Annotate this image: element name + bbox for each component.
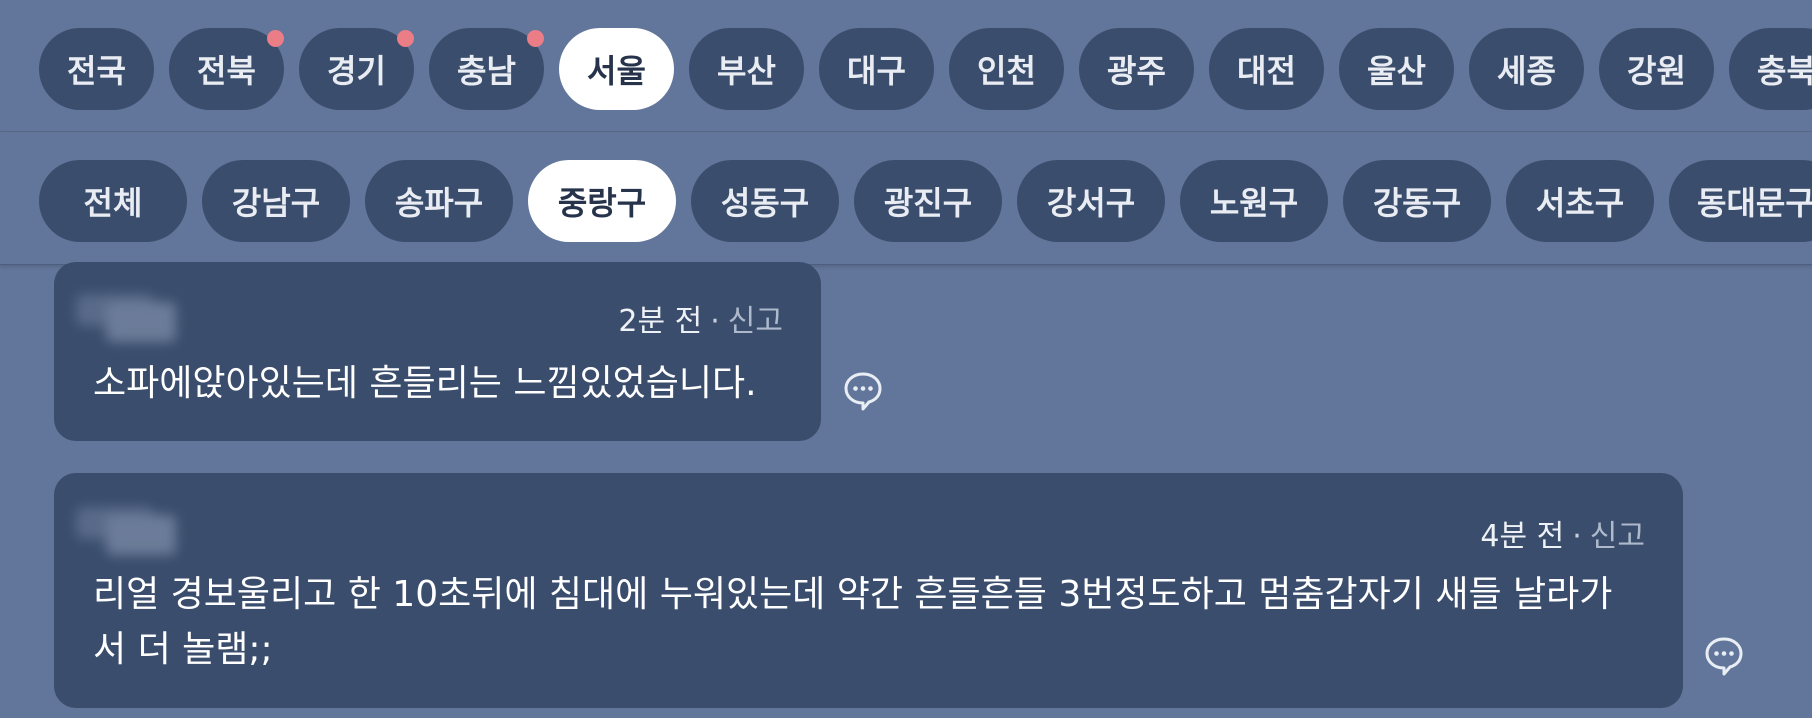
comment-timestamp: 2분 전 <box>618 304 703 339</box>
region-chip-label: 대전 <box>1237 52 1296 90</box>
region-chip[interactable]: 강원 <box>1599 28 1714 110</box>
district-chip-label: 동대문구 <box>1697 184 1812 222</box>
district-chip-row: 전체 강남구 송파구 중랑구 성동구 광진구 강서구 노원구 강동구 서초구 동대문구 <box>39 160 1812 242</box>
district-chip-label: 강남구 <box>231 184 321 222</box>
region-chip-label: 인천 <box>977 52 1036 90</box>
district-chip[interactable]: 동대문구 <box>1669 160 1812 242</box>
comment-text: 소파에앉아있는데 흔들리는 느낌있었습니다. <box>93 363 757 404</box>
region-chip-label: 충남 <box>457 52 516 90</box>
meta-separator: · <box>710 304 720 339</box>
earthquake-feed-page: 전국 전북 경기 충남 서울 부산 대구 인천 광주 대전 울산 세종 강원 충북 전체 강남구 송파구 중랑구… <box>0 0 1812 718</box>
comment-card: 4분 전 · 신고 리얼 경보울리고 한 10초뒤에 침대에 누워있는데 약간 흔들… <box>54 473 1683 708</box>
report-link[interactable]: 신고 <box>728 304 783 339</box>
district-chip-label: 송파구 <box>394 184 484 222</box>
region-chip[interactable]: 부산 <box>689 28 804 110</box>
region-chip[interactable]: 충북 <box>1729 28 1812 110</box>
comment-card: 2분 전 · 신고 소파에앉아있는데 흔들리는 느낌있었습니다. <box>54 262 821 441</box>
district-chip[interactable]: 노원구 <box>1180 160 1328 242</box>
region-chip-label: 광주 <box>1107 52 1166 90</box>
district-chip[interactable]: 광진구 <box>854 160 1002 242</box>
district-chip[interactable]: 전체 <box>39 160 187 242</box>
comment-bubble-icon[interactable] <box>842 370 884 412</box>
region-chip[interactable]: 세종 <box>1469 28 1584 110</box>
comment-meta: 2분 전 · 신고 <box>618 296 783 340</box>
region-chip-label: 울산 <box>1367 52 1426 90</box>
district-chip[interactable]: 강동구 <box>1343 160 1491 242</box>
region-chip[interactable]: 광주 <box>1079 28 1194 110</box>
comment-bubble-icon[interactable] <box>1703 635 1745 677</box>
region-chip-row: 전국 전북 경기 충남 서울 부산 대구 인천 광주 대전 울산 세종 강원 충북 <box>39 28 1812 110</box>
district-chip-label: 강동구 <box>1372 184 1462 222</box>
district-chip[interactable]: 성동구 <box>691 160 839 242</box>
region-chip-label: 서울 <box>587 52 646 90</box>
region-chip[interactable]: 울산 <box>1339 28 1454 110</box>
district-filter-bar: 전체 강남구 송파구 중랑구 성동구 광진구 강서구 노원구 강동구 서초구 동대문구 <box>0 132 1812 265</box>
district-chip-label: 전체 <box>83 184 143 222</box>
region-chip-label: 대구 <box>847 52 906 90</box>
region-filter-bar: 전국 전북 경기 충남 서울 부산 대구 인천 광주 대전 울산 세종 강원 충북 <box>0 0 1812 132</box>
region-chip-label: 부산 <box>717 52 776 90</box>
region-chip[interactable]: 대전 <box>1209 28 1324 110</box>
region-chip-label: 전북 <box>197 52 256 90</box>
region-chip[interactable]: 경기 <box>299 28 414 110</box>
district-chip-label: 성동구 <box>720 184 810 222</box>
region-chip[interactable]: 충남 <box>429 28 544 110</box>
region-chip[interactable]: 인천 <box>949 28 1064 110</box>
region-chip[interactable]: 대구 <box>819 28 934 110</box>
region-chip[interactable]: 서울 <box>559 28 674 110</box>
district-chip[interactable]: 강서구 <box>1017 160 1165 242</box>
district-chip[interactable]: 서초구 <box>1506 160 1654 242</box>
region-chip-label: 경기 <box>327 52 386 90</box>
district-chip-label: 노원구 <box>1209 184 1299 222</box>
district-chip-label: 서초구 <box>1535 184 1625 222</box>
region-chip-label: 세종 <box>1497 52 1556 90</box>
region-chip-label: 강원 <box>1627 52 1686 90</box>
district-chip[interactable]: 송파구 <box>365 160 513 242</box>
district-chip-label: 강서구 <box>1046 184 1136 222</box>
district-chip[interactable]: 중랑구 <box>528 160 676 242</box>
notification-dot <box>527 30 544 47</box>
notification-dot <box>267 30 284 47</box>
notification-dot <box>397 30 414 47</box>
district-chip-label: 광진구 <box>883 184 973 222</box>
district-chip-label: 중랑구 <box>557 184 647 222</box>
region-chip-label: 전국 <box>67 52 126 90</box>
region-chip[interactable]: 전국 <box>39 28 154 110</box>
report-link[interactable]: 신고 <box>1590 519 1645 554</box>
district-chip[interactable]: 강남구 <box>202 160 350 242</box>
comment-text: 리얼 경보울리고 한 10초뒤에 침대에 누워있는데 약간 흔들흔들 3번정도하… <box>93 574 1613 670</box>
comment-timestamp: 4분 전 <box>1480 519 1565 554</box>
region-chip[interactable]: 전북 <box>169 28 284 110</box>
comment-meta: 4분 전 · 신고 <box>1480 511 1645 555</box>
meta-separator: · <box>1572 519 1582 554</box>
region-chip-label: 충북 <box>1757 52 1812 90</box>
